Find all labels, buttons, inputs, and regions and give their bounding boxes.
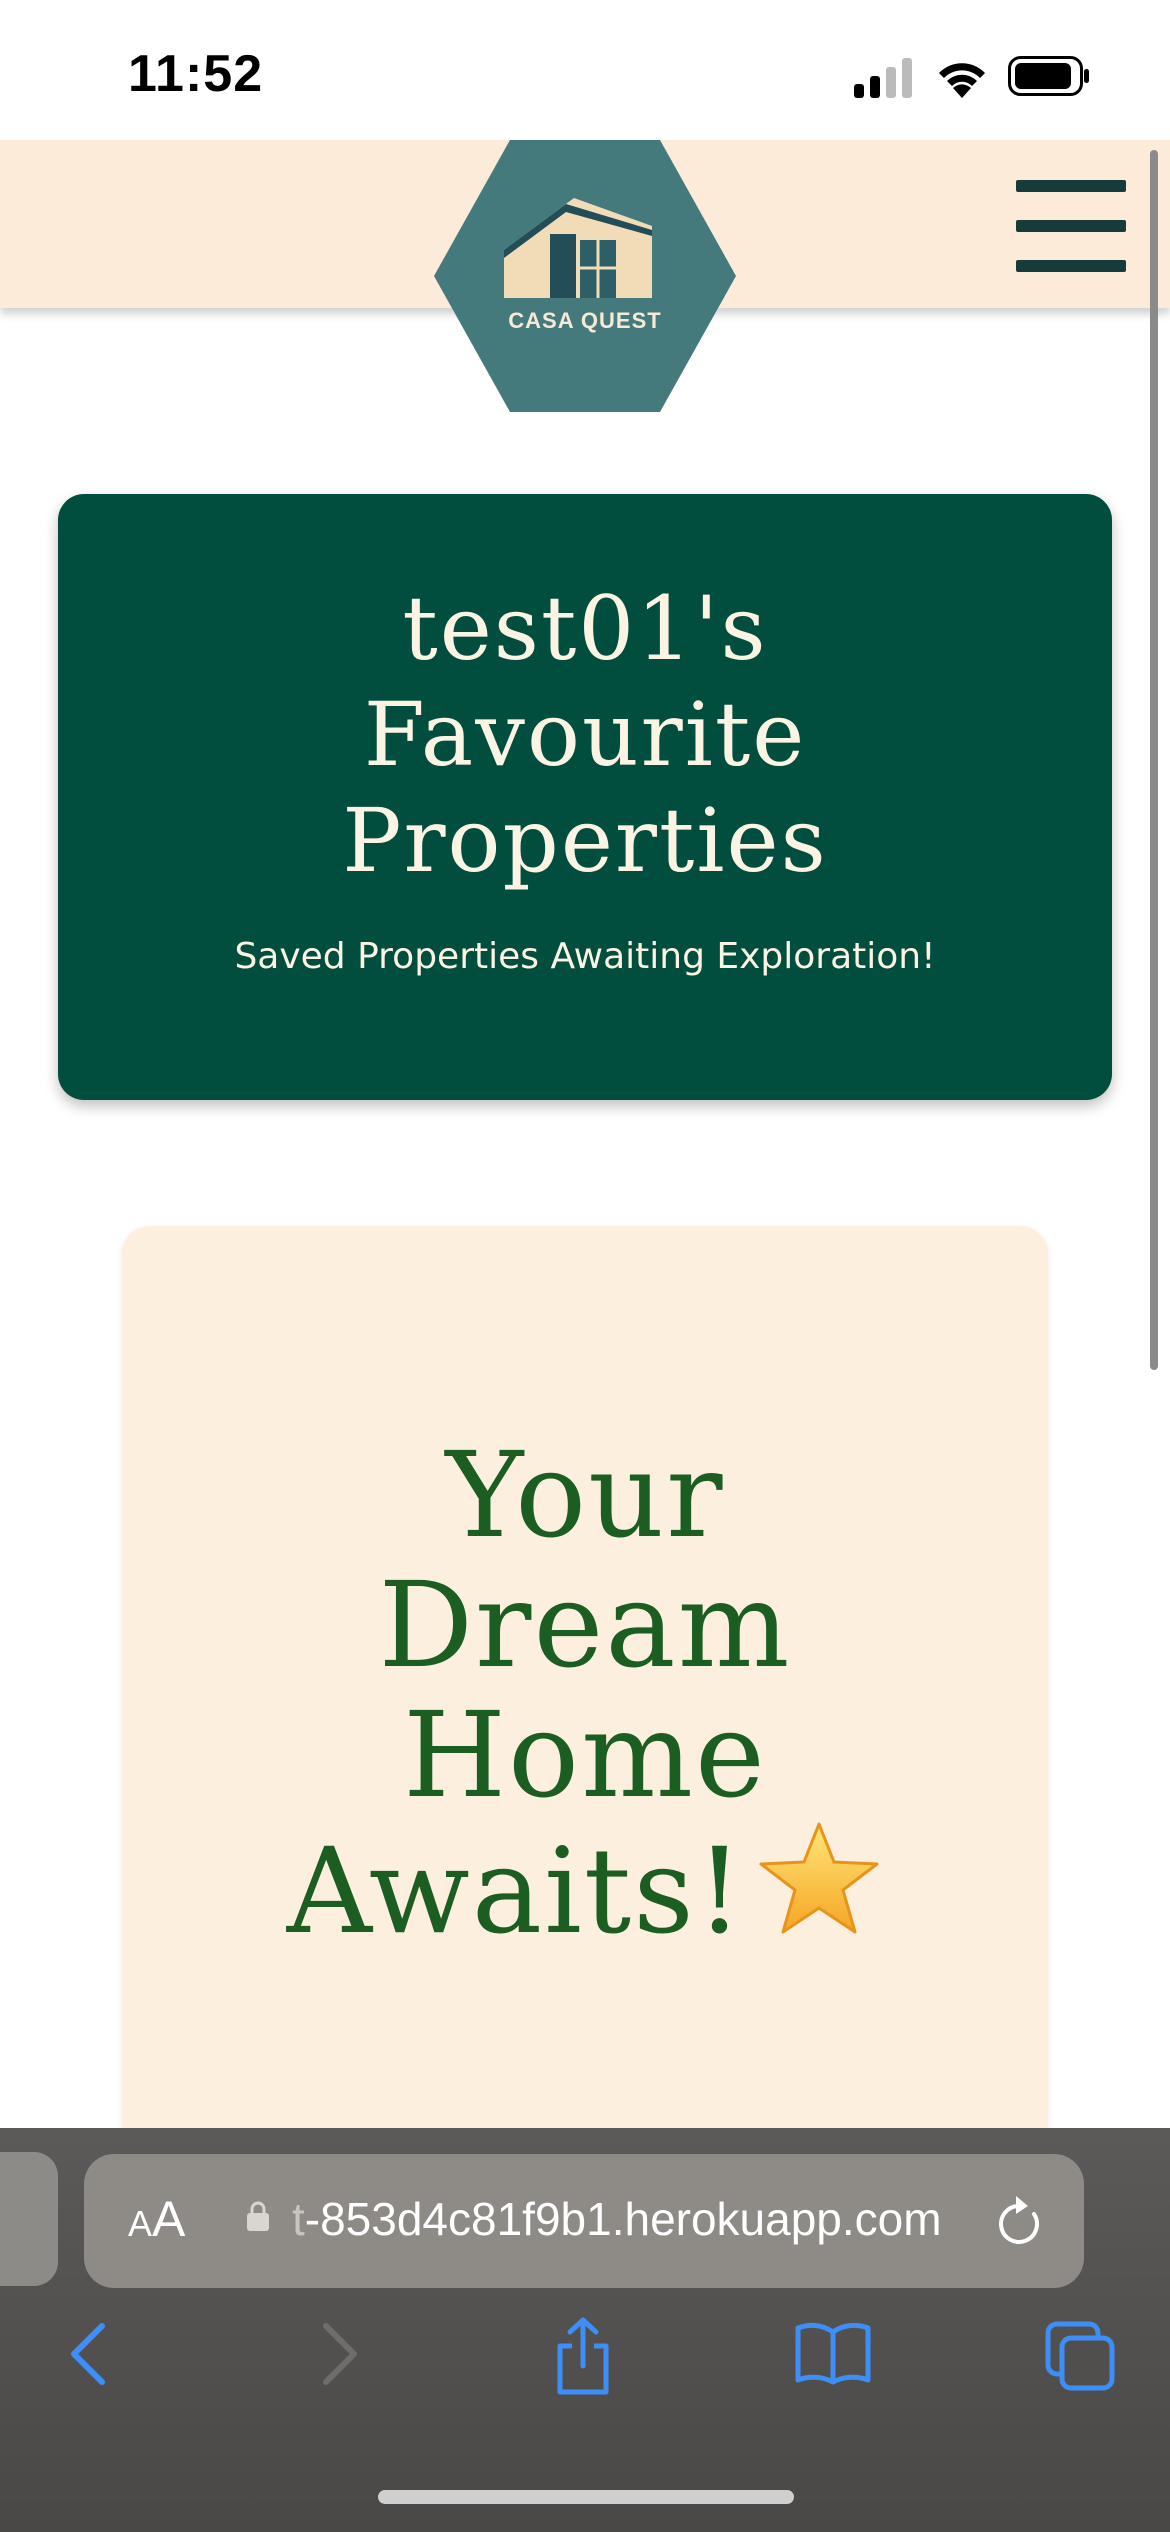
forward-icon[interactable] [318, 2320, 362, 2388]
message-line: Home [403, 1686, 767, 1824]
hamburger-menu-icon[interactable] [1016, 180, 1126, 272]
reader-text-size-button[interactable]: AA [128, 2190, 185, 2250]
message-line: Your [445, 1426, 725, 1564]
title-line: test01's [402, 577, 768, 680]
home-indicator[interactable] [378, 2490, 794, 2504]
logo-text: CASA QUEST [508, 308, 661, 333]
status-bar: 11:52 [0, 0, 1170, 140]
url-text[interactable]: t-853d4c81f9b1.herokuapp.com [292, 2192, 1012, 2252]
reload-icon[interactable] [994, 2194, 1046, 2250]
page-scrollbar[interactable] [1150, 150, 1158, 1370]
message-line: Awaits! [286, 1822, 746, 1960]
tabs-icon[interactable] [1044, 2320, 1116, 2392]
status-time: 11:52 [128, 45, 264, 103]
casa-quest-logo[interactable]: CASA QUEST [434, 140, 736, 412]
share-icon[interactable] [552, 2316, 614, 2396]
wifi-icon [939, 63, 985, 98]
empty-state-message: Your Dream Home Awaits! [122, 1430, 1048, 1956]
message-line: Dream [378, 1556, 792, 1694]
lock-icon [247, 2201, 269, 2231]
battery-icon [1008, 56, 1089, 96]
star-icon [759, 1822, 879, 1934]
title-line: Properties [342, 789, 828, 892]
message-line-last: Awaits! [122, 1820, 1048, 1956]
back-icon[interactable] [66, 2320, 110, 2388]
previous-tab-preview[interactable] [0, 2152, 58, 2286]
address-bar[interactable]: AA t-853d4c81f9b1.herokuapp.com [84, 2154, 1084, 2288]
page-title: test01's Favourite Properties [58, 576, 1112, 894]
title-line: Favourite [363, 683, 807, 786]
bookmarks-icon[interactable] [794, 2320, 872, 2386]
page-subtitle: Saved Properties Awaiting Exploration! [234, 936, 936, 977]
hero-card: test01's Favourite Properties Saved Prop… [58, 494, 1112, 1100]
cellular-signal-icon [854, 58, 912, 98]
